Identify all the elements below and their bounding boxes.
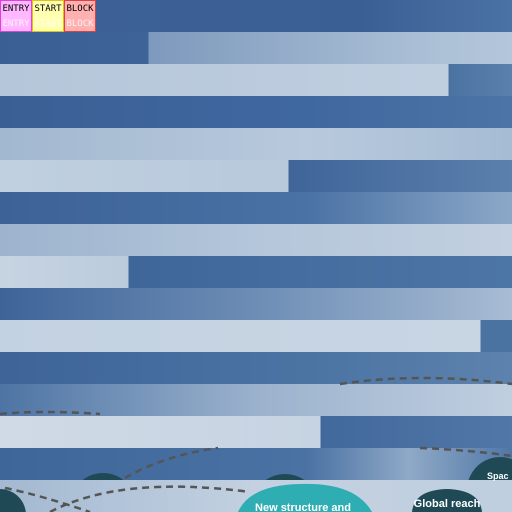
entry-marker[interactable]: ENTRY ENTRY [0, 0, 32, 32]
entry-label-shadow: ENTRY [2, 18, 30, 29]
start-marker[interactable]: START START [32, 0, 64, 32]
node-circle[interactable] [82, 473, 124, 480]
dashed-connector [0, 410, 101, 416]
entry-label: ENTRY [2, 3, 30, 14]
dashed-connector [339, 376, 512, 386]
dashed-connector [419, 446, 512, 458]
block-label: BLOCK [66, 3, 94, 14]
node-circle[interactable] [265, 473, 305, 480]
block-marker[interactable]: BLOCK BLOCK [64, 0, 96, 32]
node-label: Global reach [414, 498, 481, 510]
start-label-shadow: START [34, 18, 62, 29]
start-label: START [34, 3, 62, 14]
dashed-connector [124, 446, 219, 480]
node-label: New structure and [255, 502, 351, 512]
diagram-overlay: New structure and Global reach Spac [0, 376, 512, 512]
node-label: Spac [487, 471, 509, 481]
marker-tags: ENTRY ENTRY START START BLOCK BLOCK [0, 0, 96, 32]
block-label-shadow: BLOCK [66, 18, 94, 29]
